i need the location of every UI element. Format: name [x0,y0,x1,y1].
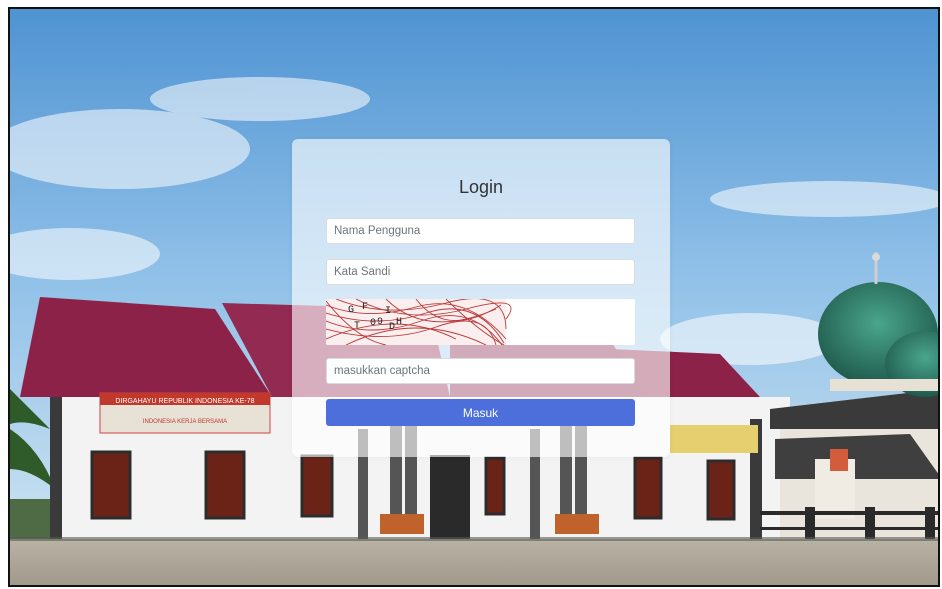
captcha-char: I [385,306,391,317]
banner-subtext: INDONESIA KERJA BERSAMA [143,419,227,425]
username-input[interactable] [326,218,635,244]
login-button[interactable]: Masuk [326,399,635,426]
captcha-input[interactable] [326,358,635,384]
banner-left: DIRGAHAYU REPUBLIK INDONESIA KE-78 INDON… [99,392,271,434]
captcha-char: G [348,305,354,316]
captcha-char: F [362,302,368,313]
building-door [430,455,470,539]
captcha-char: D [389,322,395,333]
captcha-char: H [396,317,402,328]
captcha-char: 0 [370,318,376,329]
password-input[interactable] [326,259,635,285]
login-title: Login [458,177,504,197]
captcha-char: 9 [377,317,383,328]
banner-text: DIRGAHAYU REPUBLIK INDONESIA KE-78 [115,398,254,405]
login-card: Login Nama Pengguna G F I T 0 9 D H masu… [292,139,670,457]
login-page: DIRGAHAYU REPUBLIK INDONESIA KE-78 INDON… [8,7,940,587]
banner-right [670,425,758,453]
captcha-image: G F I T 0 9 D H [326,299,635,345]
captcha-char: T [354,321,360,332]
